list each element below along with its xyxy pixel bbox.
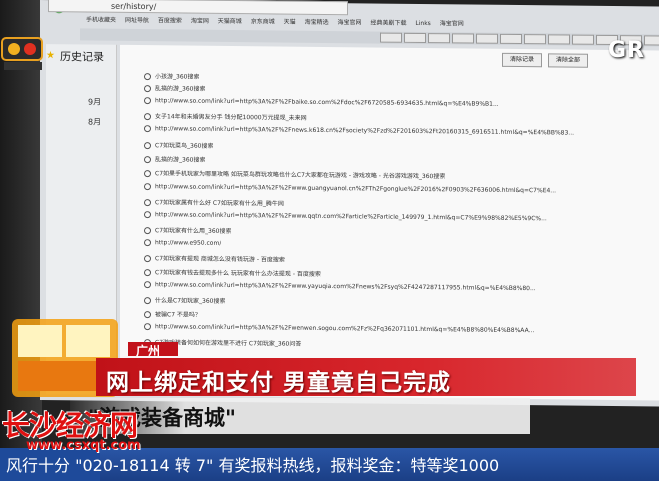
date-label[interactable]: 8月 xyxy=(88,117,101,128)
browser-tab[interactable] xyxy=(644,35,659,46)
browser-tab[interactable] xyxy=(404,32,426,44)
row-text: 什么是C7如玩家_360搜索 xyxy=(155,297,226,305)
browser-tab[interactable] xyxy=(476,33,498,44)
bookmark-item[interactable]: 京东商城 xyxy=(251,16,275,25)
row-text: C7如玩菜鸟_360搜索 xyxy=(155,142,214,150)
site-icon xyxy=(144,269,151,277)
row-text: 乱搞的游_360搜索 xyxy=(155,156,206,164)
channel-logo-icon xyxy=(1,37,43,70)
page-title: 历史记录 xyxy=(60,50,104,64)
site-icon xyxy=(144,281,151,289)
date-label[interactable]: 9月 xyxy=(88,97,101,108)
bookmark-item[interactable]: 淘宝精选 xyxy=(305,17,329,26)
history-row[interactable]: C7如玩菜鸟_360搜索 xyxy=(144,140,213,151)
history-row[interactable]: 乱搞的游_360搜索 xyxy=(144,83,205,94)
history-row[interactable]: 什么是C7如玩家_360搜索 xyxy=(144,295,225,306)
site-icon xyxy=(144,125,151,133)
row-text: 被骗C7 不是吗？ xyxy=(155,311,201,319)
bookmark-item[interactable]: 海宝官网 xyxy=(440,18,464,27)
site-icon xyxy=(144,73,151,81)
browser-tab[interactable] xyxy=(524,34,546,45)
site-icon xyxy=(144,156,151,164)
site-icon xyxy=(144,255,151,263)
site-icon xyxy=(144,142,151,150)
bookmark-item[interactable]: 海宝官网 xyxy=(338,17,362,26)
bookmark-item[interactable]: 经典美剧下载 xyxy=(370,17,406,26)
row-text: C7如玩家有什么用_360搜索 xyxy=(155,227,232,236)
ticker-text: 风行十分 "020-18114 转 7" 有奖报料热线，报料奖金：特等奖1000 xyxy=(6,456,500,475)
site-icon xyxy=(144,297,151,305)
browser-tab[interactable] xyxy=(572,34,594,45)
history-row[interactable]: 乱搞的游_360搜索 xyxy=(144,154,205,165)
row-text: 乱搞的游_360搜索 xyxy=(155,85,206,93)
browser-tab[interactable] xyxy=(380,32,402,43)
history-row[interactable]: 被骗C7 不是吗？ xyxy=(144,309,201,320)
star-icon: ★ xyxy=(46,50,55,62)
site-icon xyxy=(144,311,151,319)
history-row[interactable]: 女子14年和未婚男友分手 钱分配10000万元提现_未来网 xyxy=(144,111,307,123)
site-icon xyxy=(144,239,151,247)
site-icon xyxy=(144,183,151,191)
bookmark-item[interactable]: 网址导航 xyxy=(125,15,149,24)
headline: 网上绑定和支付 男童竟自己完成 xyxy=(106,370,452,396)
row-text: C7如玩家有提现 商城怎么没有钱玩游 - 百度搜索 xyxy=(155,255,285,264)
bookmark-item[interactable]: Links xyxy=(415,20,430,27)
history-row[interactable]: http://www.e950.com/ xyxy=(144,239,221,250)
address-bar[interactable]: ser/history/ xyxy=(48,0,348,16)
clear-history-button[interactable]: 清除记录 xyxy=(502,52,542,68)
site-icon xyxy=(144,85,151,93)
site-icon xyxy=(144,211,151,219)
row-text: 小孩游_360搜索 xyxy=(155,73,200,81)
history-row[interactable]: C7如玩家有提现 商城怎么没有钱玩游 - 百度搜索 xyxy=(144,253,285,264)
history-row[interactable]: C7如玩家有什么用_360搜索 xyxy=(144,225,231,236)
row-text: C7如玩家有钱去提现多什么 玩玩家有什么办法提现 - 百度搜索 xyxy=(155,269,321,278)
clear-all-button[interactable]: 清除全部 xyxy=(548,53,588,68)
row-text: 女子14年和未婚男友分手 钱分配10000万元提现_未来网 xyxy=(155,113,307,122)
site-icon xyxy=(144,113,151,121)
site-watermark-url: www.csxqt.com xyxy=(26,438,141,453)
site-icon xyxy=(144,170,151,178)
history-row[interactable]: 小孩游_360搜索 xyxy=(144,71,199,82)
site-icon xyxy=(144,323,151,331)
row-text: C7如玩家属有什么好 C7如玩家有什么用_腾牛网 xyxy=(155,199,284,208)
browser-tab[interactable] xyxy=(548,34,570,45)
browser-tab[interactable] xyxy=(452,33,474,44)
site-icon xyxy=(144,199,151,207)
browser-tab[interactable] xyxy=(500,33,522,45)
channel-watermark: GR xyxy=(608,38,645,63)
browser-tab[interactable] xyxy=(428,33,450,44)
bookmark-item[interactable]: 淘宝网 xyxy=(191,16,209,25)
site-icon xyxy=(144,227,151,235)
bookmark-item[interactable]: 百度搜索 xyxy=(158,15,182,24)
bookmark-item[interactable]: 天猫 xyxy=(284,17,296,26)
history-row[interactable]: C7如玩家有钱去提现多什么 玩玩家有什么办法提现 - 百度搜索 xyxy=(144,267,321,279)
location-label: 广州 xyxy=(136,344,161,358)
row-text: http://www.e950.com/ xyxy=(155,239,222,247)
video-frame: ser/history/ 手机收藏夹 网址导航 百度搜索 淘宝网 天猫商城 京东… xyxy=(0,0,659,481)
bookmark-item[interactable]: 手机收藏夹 xyxy=(86,14,116,23)
site-icon xyxy=(144,97,151,105)
bookmark-item[interactable]: 天猫商城 xyxy=(218,16,242,25)
history-row[interactable]: C7如玩家属有什么好 C7如玩家有什么用_腾牛网 xyxy=(144,197,284,208)
